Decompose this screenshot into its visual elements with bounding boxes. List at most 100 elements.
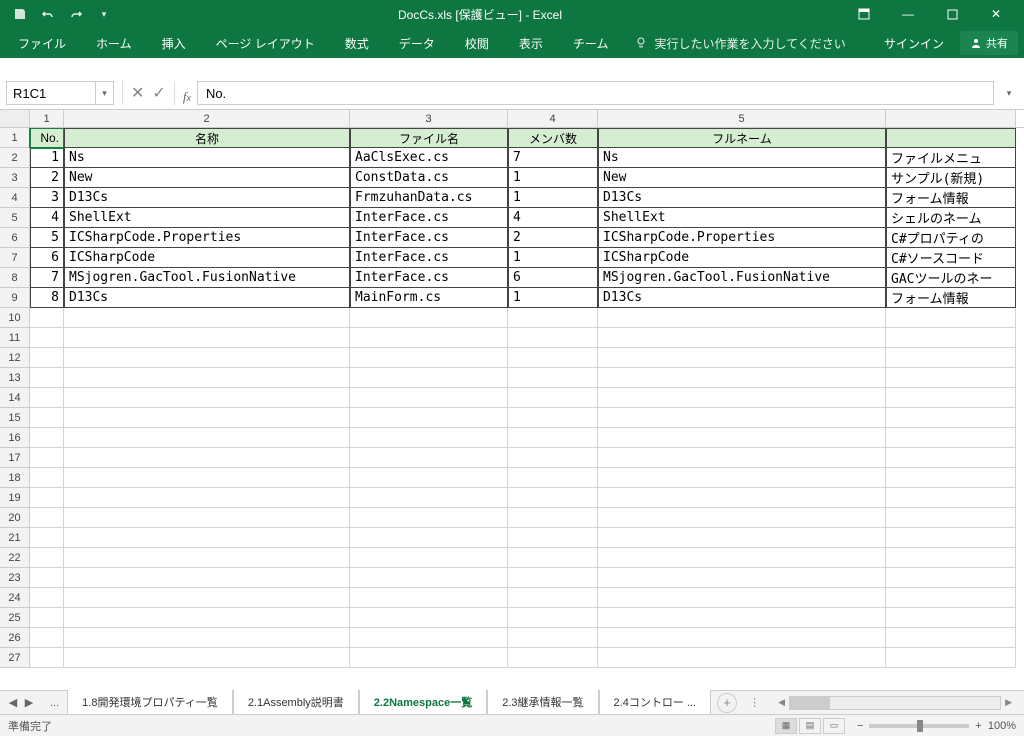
tab-nav-prev-icon[interactable]: ◀ xyxy=(6,696,20,709)
row-header[interactable]: 7 xyxy=(0,248,30,268)
cell[interactable] xyxy=(508,488,598,508)
cell[interactable] xyxy=(64,348,350,368)
cell[interactable]: 7 xyxy=(508,148,598,168)
col-header[interactable]: 4 xyxy=(508,110,598,127)
cell[interactable] xyxy=(598,408,886,428)
cell[interactable]: MSjogren.GacTool.FusionNative xyxy=(598,268,886,288)
row-header[interactable]: 17 xyxy=(0,448,30,468)
cell[interactable] xyxy=(350,588,508,608)
cell[interactable] xyxy=(30,548,64,568)
cell[interactable] xyxy=(598,648,886,668)
cell[interactable] xyxy=(64,308,350,328)
cell[interactable]: AaClsExec.cs xyxy=(350,148,508,168)
enter-formula-icon[interactable]: ✓ xyxy=(152,83,165,103)
ribbon-tab[interactable]: ホーム xyxy=(84,29,144,58)
cell[interactable] xyxy=(508,548,598,568)
row-header[interactable]: 8 xyxy=(0,268,30,288)
cell[interactable] xyxy=(508,328,598,348)
cell[interactable]: FrmzuhanData.cs xyxy=(350,188,508,208)
cell[interactable] xyxy=(30,448,64,468)
cell[interactable]: InterFace.cs xyxy=(350,208,508,228)
cell[interactable] xyxy=(350,528,508,548)
signin-link[interactable]: サインイン xyxy=(874,29,954,58)
cell[interactable]: 4 xyxy=(30,208,64,228)
cell[interactable] xyxy=(350,408,508,428)
cell[interactable] xyxy=(30,588,64,608)
cell[interactable] xyxy=(886,448,1016,468)
cell[interactable]: ConstData.cs xyxy=(350,168,508,188)
cell[interactable] xyxy=(64,608,350,628)
cell[interactable] xyxy=(350,348,508,368)
cell[interactable]: ICSharpCode.Properties xyxy=(598,228,886,248)
cell[interactable] xyxy=(886,308,1016,328)
cell[interactable] xyxy=(886,648,1016,668)
cell[interactable]: 2 xyxy=(508,228,598,248)
add-sheet-button[interactable]: + xyxy=(717,693,737,713)
row-header[interactable]: 12 xyxy=(0,348,30,368)
cell[interactable]: New xyxy=(64,168,350,188)
maximize-icon[interactable] xyxy=(932,0,972,28)
row-header[interactable]: 27 xyxy=(0,648,30,668)
qat-customize-icon[interactable]: ▾ xyxy=(92,2,116,26)
cell[interactable] xyxy=(64,648,350,668)
page-break-view-button[interactable]: ▭ xyxy=(823,718,845,734)
page-layout-view-button[interactable]: ▤ xyxy=(799,718,821,734)
cell[interactable] xyxy=(350,548,508,568)
share-button[interactable]: 共有 xyxy=(960,31,1018,55)
tell-me-search[interactable]: 実行したい作業を入力してください xyxy=(626,35,853,52)
cell[interactable] xyxy=(886,608,1016,628)
normal-view-button[interactable]: ▦ xyxy=(775,718,797,734)
cell[interactable] xyxy=(508,368,598,388)
cell[interactable] xyxy=(598,328,886,348)
cell[interactable]: C#プロパティの xyxy=(886,228,1016,248)
cell[interactable]: D13Cs xyxy=(598,288,886,308)
cell[interactable] xyxy=(350,488,508,508)
row-header[interactable]: 5 xyxy=(0,208,30,228)
cell[interactable]: 8 xyxy=(30,288,64,308)
cell[interactable] xyxy=(598,528,886,548)
cell[interactable]: サンプル(新規) xyxy=(886,168,1016,188)
cell[interactable]: 1 xyxy=(508,288,598,308)
cell[interactable] xyxy=(30,628,64,648)
row-header[interactable]: 22 xyxy=(0,548,30,568)
cell[interactable]: InterFace.cs xyxy=(350,228,508,248)
row-header[interactable]: 19 xyxy=(0,488,30,508)
cell[interactable] xyxy=(64,488,350,508)
ribbon-tab[interactable]: データ xyxy=(387,29,447,58)
cell[interactable]: ICSharpCode.Properties xyxy=(64,228,350,248)
cell[interactable] xyxy=(886,348,1016,368)
cell[interactable] xyxy=(508,448,598,468)
cell[interactable] xyxy=(886,508,1016,528)
cancel-formula-icon[interactable]: ✕ xyxy=(131,83,144,103)
cell[interactable] xyxy=(508,388,598,408)
cell[interactable] xyxy=(30,368,64,388)
cell[interactable] xyxy=(350,428,508,448)
cell[interactable] xyxy=(30,348,64,368)
cell[interactable] xyxy=(30,328,64,348)
scrollbar-thumb[interactable] xyxy=(790,697,830,709)
cell[interactable] xyxy=(64,408,350,428)
file-tab[interactable]: ファイル xyxy=(6,29,78,58)
row-header[interactable]: 16 xyxy=(0,428,30,448)
sheet-tab[interactable]: 2.1Assembly説明書 xyxy=(233,690,359,716)
zoom-out-button[interactable]: − xyxy=(857,720,863,732)
name-box-dropdown-icon[interactable]: ▾ xyxy=(96,81,114,105)
cell[interactable] xyxy=(886,568,1016,588)
cell[interactable] xyxy=(508,528,598,548)
cell[interactable] xyxy=(598,428,886,448)
cell[interactable] xyxy=(64,428,350,448)
cell[interactable]: 1 xyxy=(508,168,598,188)
cell[interactable]: 5 xyxy=(30,228,64,248)
cell[interactable] xyxy=(30,568,64,588)
cell[interactable] xyxy=(508,608,598,628)
cell[interactable] xyxy=(886,468,1016,488)
cell[interactable] xyxy=(30,408,64,428)
redo-icon[interactable] xyxy=(64,2,88,26)
cell[interactable] xyxy=(508,508,598,528)
cell[interactable] xyxy=(598,588,886,608)
cell[interactable]: 1 xyxy=(30,148,64,168)
cell[interactable]: MainForm.cs xyxy=(350,288,508,308)
cell[interactable] xyxy=(30,508,64,528)
cell[interactable]: フォーム情報 xyxy=(886,288,1016,308)
cell[interactable] xyxy=(64,368,350,388)
